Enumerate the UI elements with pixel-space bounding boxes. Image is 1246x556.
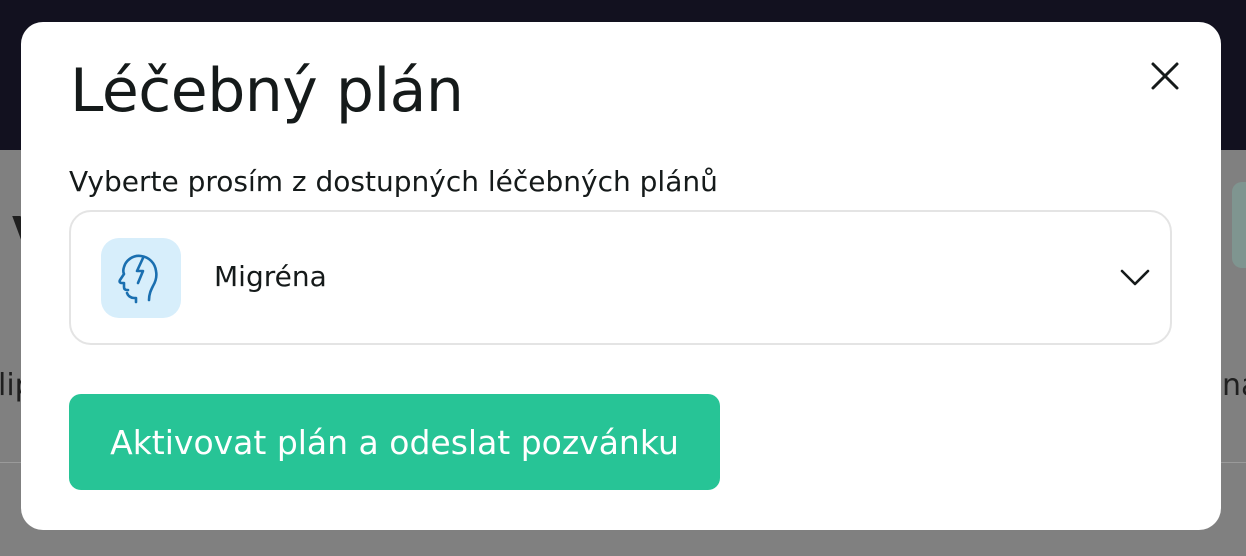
modal-title: Léčebný plán bbox=[70, 56, 464, 126]
close-icon bbox=[1151, 62, 1179, 90]
background-right-text-fragment: na bbox=[1222, 368, 1246, 403]
treatment-plan-select[interactable]: Migréna bbox=[69, 210, 1172, 345]
selected-plan-value: Migréna bbox=[214, 260, 327, 293]
background-card bbox=[1232, 182, 1246, 268]
activate-plan-send-invite-button[interactable]: Aktivovat plán a odeslat pozvánku bbox=[69, 394, 720, 490]
close-button[interactable] bbox=[1145, 56, 1185, 96]
plan-select-label: Vyberte prosím z dostupných léčebných pl… bbox=[69, 165, 718, 198]
treatment-plan-modal: Léčebný plán Vyberte prosím z dostupných… bbox=[21, 22, 1221, 530]
head-lightning-icon bbox=[118, 254, 158, 304]
chevron-down-icon bbox=[1119, 266, 1151, 288]
plan-icon-badge bbox=[101, 238, 181, 318]
